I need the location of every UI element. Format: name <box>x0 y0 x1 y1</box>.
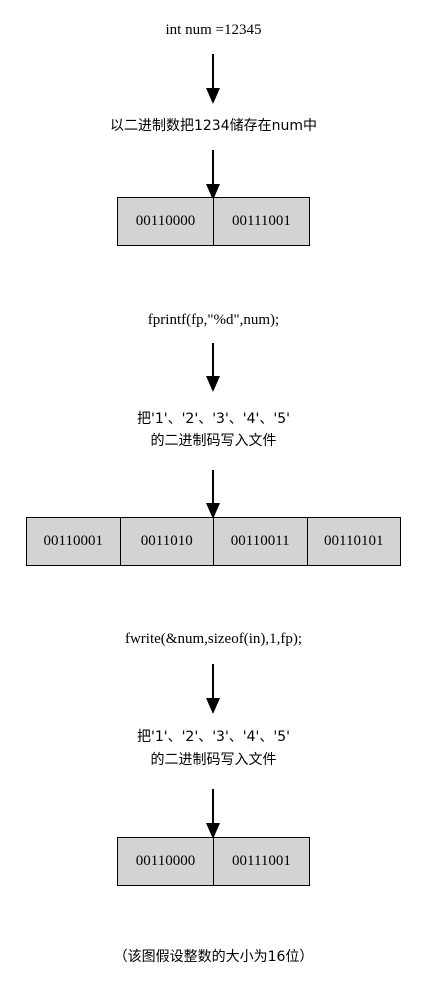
arrow-down-5 <box>206 664 220 714</box>
fprintf-file-box: 00110001 0011010 00110011 00110101 <box>26 517 401 566</box>
arrow-down-3 <box>206 343 220 392</box>
fwrite-call-text: fwrite(&num,sizeof(in),1,fp); <box>124 631 303 647</box>
store-description: 以二进制数把1234储存在num中 <box>109 118 317 134</box>
fprintf-byte-3: 00110011 <box>213 518 307 565</box>
fprintf-byte-1: 00110001 <box>43 533 103 549</box>
arrow-down-4 <box>206 470 220 519</box>
fwrite-byte-2: 00111001 <box>213 838 309 885</box>
fwrite-file-box: 00110000 00111001 <box>117 837 310 886</box>
arrow-down-1 <box>206 54 220 104</box>
fprintf-byte-4: 00110101 <box>306 518 401 565</box>
fprintf-call-text: fprintf(fp,"%d",num); <box>147 312 280 328</box>
fwrite-description-line-1: 把'1'、'2'、'3'、'4'、'5' <box>136 729 291 745</box>
fwrite-byte-1: 00110000 <box>135 853 196 869</box>
stored-byte-2: 00111001 <box>213 198 309 245</box>
fprintf-description-line-2: 的二进制码写入文件 <box>150 433 277 449</box>
fwrite-description-line-2: 的二进制码写入文件 <box>150 752 277 768</box>
fprintf-description-line-1: 把'1'、'2'、'3'、'4'、'5' <box>136 411 291 427</box>
arrow-down-2 <box>206 150 220 200</box>
fprintf-byte-2: 0011010 <box>119 518 214 565</box>
footnote: （该图假设整数的大小为16位） <box>113 949 314 965</box>
declaration-text: int num =12345 <box>165 22 262 38</box>
memory-stored-box: 00110000 00111001 <box>117 197 310 246</box>
stored-byte-1: 00110000 <box>135 213 196 229</box>
arrow-down-6 <box>206 789 220 839</box>
